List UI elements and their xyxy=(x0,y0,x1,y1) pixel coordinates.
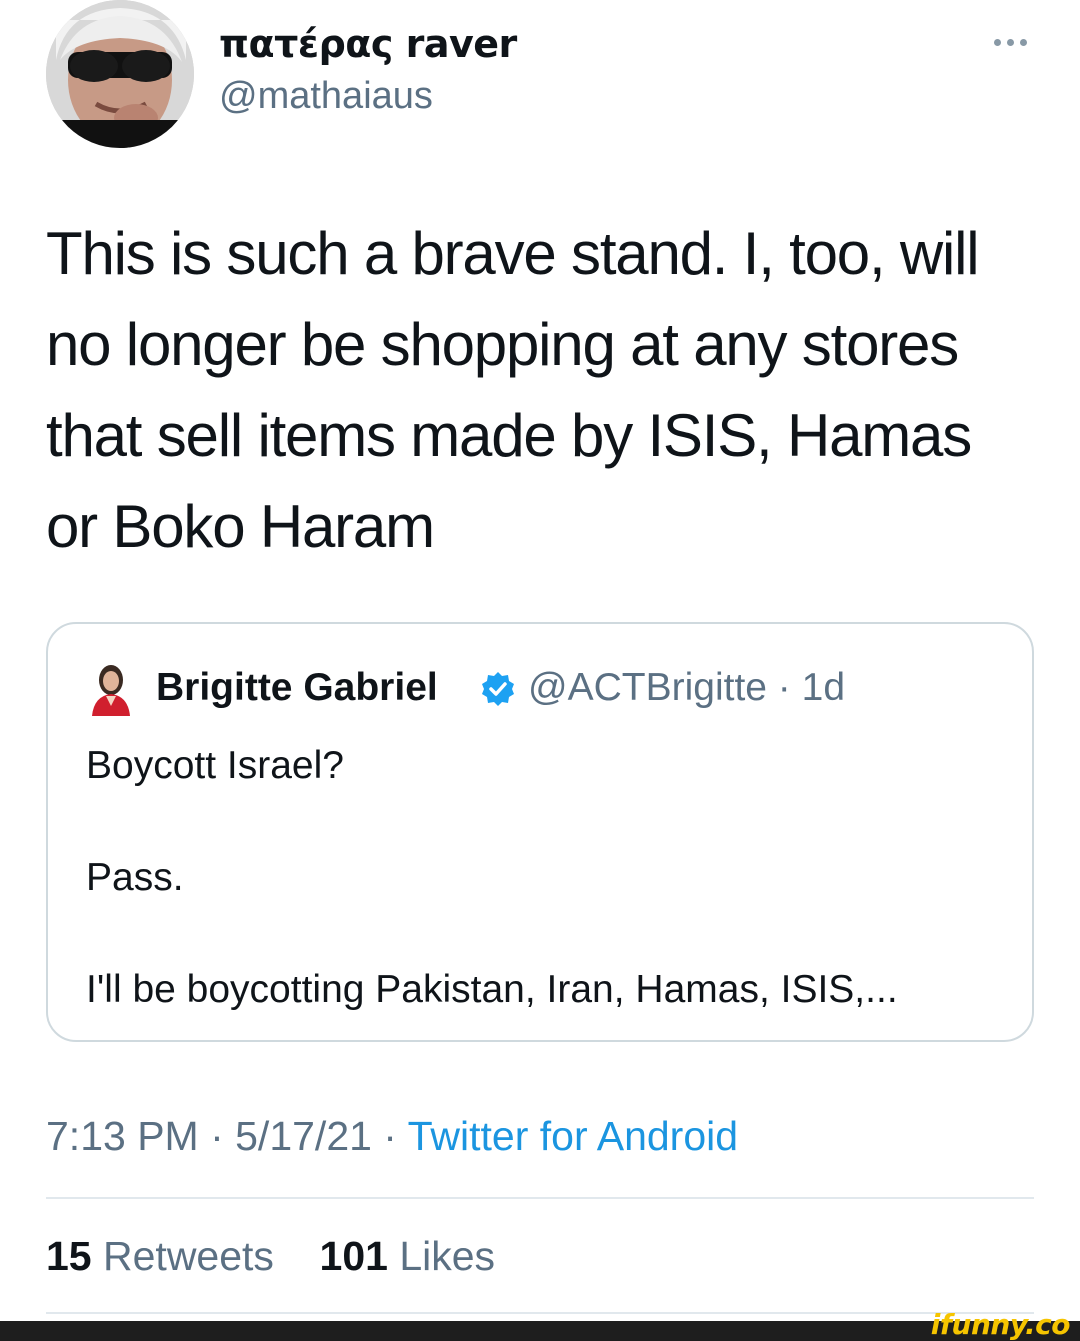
quoted-tweet-card[interactable]: Brigitte Gabriel @ACTBrigitte · 1d Boyco… xyxy=(46,622,1034,1042)
tweet-text: This is such a brave stand. I, too, will… xyxy=(46,208,1046,572)
ifunny-watermark: ifunny.co xyxy=(930,1308,1071,1341)
more-dot xyxy=(1019,38,1027,46)
likes-count: 101 xyxy=(319,1233,388,1279)
quoted-avatar-image xyxy=(92,665,130,716)
author-avatar[interactable] xyxy=(46,0,194,148)
more-horizontal-icon[interactable] xyxy=(980,28,1040,56)
more-dot xyxy=(993,38,1001,46)
tweet-source-link[interactable]: Twitter for Android xyxy=(408,1113,738,1159)
quoted-author-name[interactable]: Brigitte Gabriel xyxy=(156,666,438,710)
retweets-count: 15 xyxy=(46,1233,92,1279)
author-display-name[interactable]: πατέρας raver xyxy=(219,22,517,66)
divider xyxy=(46,1312,1034,1314)
retweets-label: Retweets xyxy=(103,1233,274,1279)
likes-stat[interactable]: 101 Likes xyxy=(320,1233,496,1279)
author-avatar-image xyxy=(46,0,194,148)
verified-badge-icon xyxy=(480,671,516,707)
retweets-stat[interactable]: 15 Retweets xyxy=(46,1233,274,1279)
more-dot xyxy=(1006,38,1014,46)
quoted-tweet-line: I'll be boycotting Pakistan, Iran, Hamas… xyxy=(86,968,898,1011)
tweet-timestamp[interactable]: 7:13 PM · 5/17/21 · xyxy=(46,1113,408,1159)
tweet-line: that sell items made by ISIS, Hamas xyxy=(46,402,972,469)
footer-bar xyxy=(0,1321,1080,1341)
divider xyxy=(46,1197,1034,1199)
tweet-stats: 15 Retweets 101 Likes xyxy=(46,1233,495,1280)
author-handle[interactable]: @mathaiaus xyxy=(219,75,433,118)
likes-label: Likes xyxy=(399,1233,496,1279)
tweet-meta: 7:13 PM · 5/17/21 · Twitter for Android xyxy=(46,1113,738,1160)
quoted-author-avatar xyxy=(88,660,134,716)
tweet-line: This is such a brave stand. I, too, will xyxy=(46,220,980,287)
tweet-line: no longer be shopping at any stores xyxy=(46,311,959,378)
quoted-tweet-line: Pass. xyxy=(86,856,184,899)
tweet-line: or Boko Haram xyxy=(46,493,435,560)
quoted-author-handle-time[interactable]: @ACTBrigitte · 1d xyxy=(528,666,845,710)
quoted-tweet-line: Boycott Israel? xyxy=(86,744,344,787)
